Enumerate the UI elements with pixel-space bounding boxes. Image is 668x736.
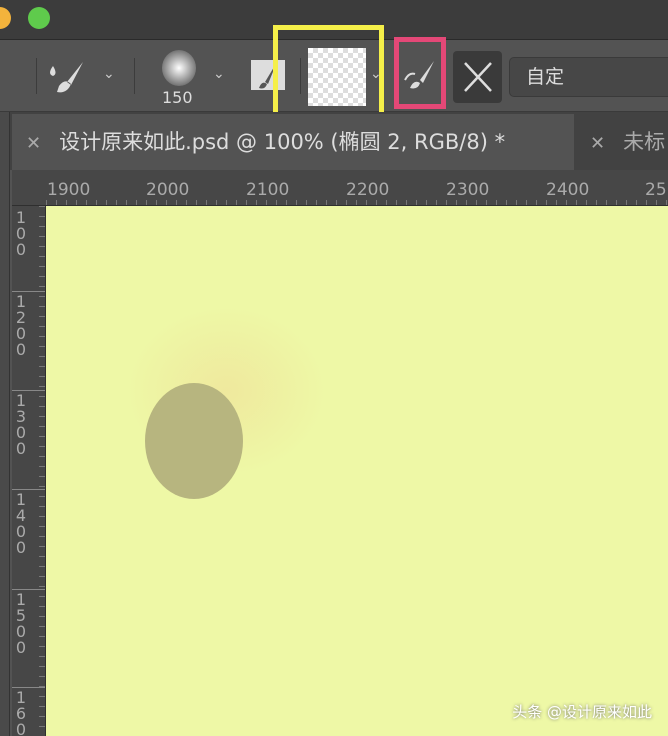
left-panel-edge <box>0 112 10 736</box>
ruler-tick <box>39 246 45 247</box>
ruler-tick <box>39 446 45 447</box>
ruler-major-tick <box>12 390 45 391</box>
ruler-major-tick <box>12 589 45 590</box>
ruler-label: 25 <box>645 180 667 200</box>
document-tab-bar: ✕ 设计原来如此.psd @ 100% (椭圆 2, RGB/8) * ✕ 未标 <box>0 112 668 170</box>
vertical-ruler: 1001200130014001500160 <box>12 206 46 736</box>
brush-tip-preview-icon[interactable] <box>162 50 196 86</box>
ruler-tick <box>39 646 45 647</box>
ruler-label: 0 <box>15 439 27 458</box>
ruler-label: 0 <box>15 340 27 359</box>
minimize-button[interactable] <box>0 7 11 29</box>
ruler-tick <box>39 406 45 407</box>
ruler-tick <box>39 286 45 287</box>
canvas[interactable]: 头条 @设计原来如此 <box>46 206 668 736</box>
ruler-tick <box>39 716 45 717</box>
ruler-tick <box>39 496 45 497</box>
ruler-label: 0 <box>15 638 27 657</box>
chevron-down-icon[interactable]: ⌄ <box>213 66 225 82</box>
ruler-tick <box>39 686 45 687</box>
ruler-tick <box>39 536 45 537</box>
ruler-tick <box>39 706 45 707</box>
close-icon[interactable]: ✕ <box>26 133 41 154</box>
tab-document-untitled[interactable]: ✕ 未标 <box>590 114 665 170</box>
ruler-label: 2200 <box>346 180 390 200</box>
ruler-tick <box>39 256 45 257</box>
ruler-tick <box>39 546 45 547</box>
ruler-tick <box>39 216 45 217</box>
ruler-tick <box>39 276 45 277</box>
ruler-tick <box>39 656 45 657</box>
ruler-tick <box>39 526 45 527</box>
blend-preset-dropdown[interactable]: 自定 <box>509 57 668 97</box>
ruler-tick <box>39 436 45 437</box>
ruler-tick <box>39 326 45 327</box>
ruler-tick <box>39 726 45 727</box>
ellipse-shape[interactable] <box>145 383 243 499</box>
ruler-tick <box>39 696 45 697</box>
ruler-tick <box>39 316 45 317</box>
clean-brush-toggle[interactable] <box>453 51 502 103</box>
close-icon[interactable]: ✕ <box>590 133 605 154</box>
ruler-tick <box>39 346 45 347</box>
ruler-major-tick <box>12 291 45 292</box>
ruler-tick <box>39 556 45 557</box>
ruler-major-tick <box>12 489 45 490</box>
ruler-tick <box>39 306 45 307</box>
ruler-tick <box>39 606 45 607</box>
ruler-tick <box>39 666 45 667</box>
ruler-label: 2300 <box>446 180 490 200</box>
ruler-tick <box>39 466 45 467</box>
ruler-tick <box>39 336 45 337</box>
ruler-tick <box>39 206 45 207</box>
brush-size-label: 150 <box>162 88 193 107</box>
ruler-label: 0 <box>15 720 27 736</box>
zoom-button[interactable] <box>28 7 50 29</box>
ruler-tick <box>39 516 45 517</box>
tab-label: 设计原来如此.psd @ 100% (椭圆 2, RGB/8) * <box>59 130 506 154</box>
ruler-tick <box>39 266 45 267</box>
tab-label: 未标 <box>623 130 666 154</box>
ruler-tick <box>39 366 45 367</box>
ruler-tick <box>39 386 45 387</box>
ruler-label: 2000 <box>146 180 190 200</box>
highlight-box-pink <box>394 37 446 109</box>
ruler-tick <box>39 476 45 477</box>
ruler-label: 0 <box>15 240 27 259</box>
ruler-label: 2400 <box>546 180 590 200</box>
highlight-box-yellow <box>273 25 384 118</box>
ruler-tick <box>39 576 45 577</box>
ruler-tick <box>39 586 45 587</box>
ruler-tick <box>39 396 45 397</box>
chevron-down-icon[interactable]: ⌄ <box>103 66 115 82</box>
ruler-tick <box>39 676 45 677</box>
brush-tool-preset-icon[interactable] <box>45 60 89 96</box>
ruler-label: 1900 <box>47 180 91 200</box>
ruler-tick <box>39 226 45 227</box>
watermark: 头条 @设计原来如此 <box>512 703 652 721</box>
ruler-label: 2100 <box>246 180 290 200</box>
ruler-tick <box>39 426 45 427</box>
ruler-tick <box>39 296 45 297</box>
ruler-tick <box>39 376 45 377</box>
ruler-label: 0 <box>15 538 27 557</box>
ruler-tick <box>39 566 45 567</box>
horizontal-ruler: 1900 2000 2100 2200 2300 2400 25 <box>12 170 668 206</box>
ruler-tick <box>39 486 45 487</box>
ruler-tick <box>39 506 45 507</box>
ruler-major-tick <box>12 687 45 688</box>
ruler-tick <box>39 456 45 457</box>
ruler-tick <box>39 626 45 627</box>
ruler-tick <box>39 616 45 617</box>
ruler-tick <box>39 236 45 237</box>
ruler-tick <box>39 636 45 637</box>
ruler-tick <box>39 416 45 417</box>
ruler-tick <box>39 596 45 597</box>
tab-document-active[interactable]: ✕ 设计原来如此.psd @ 100% (椭圆 2, RGB/8) * <box>12 114 574 170</box>
ruler-tick <box>39 356 45 357</box>
